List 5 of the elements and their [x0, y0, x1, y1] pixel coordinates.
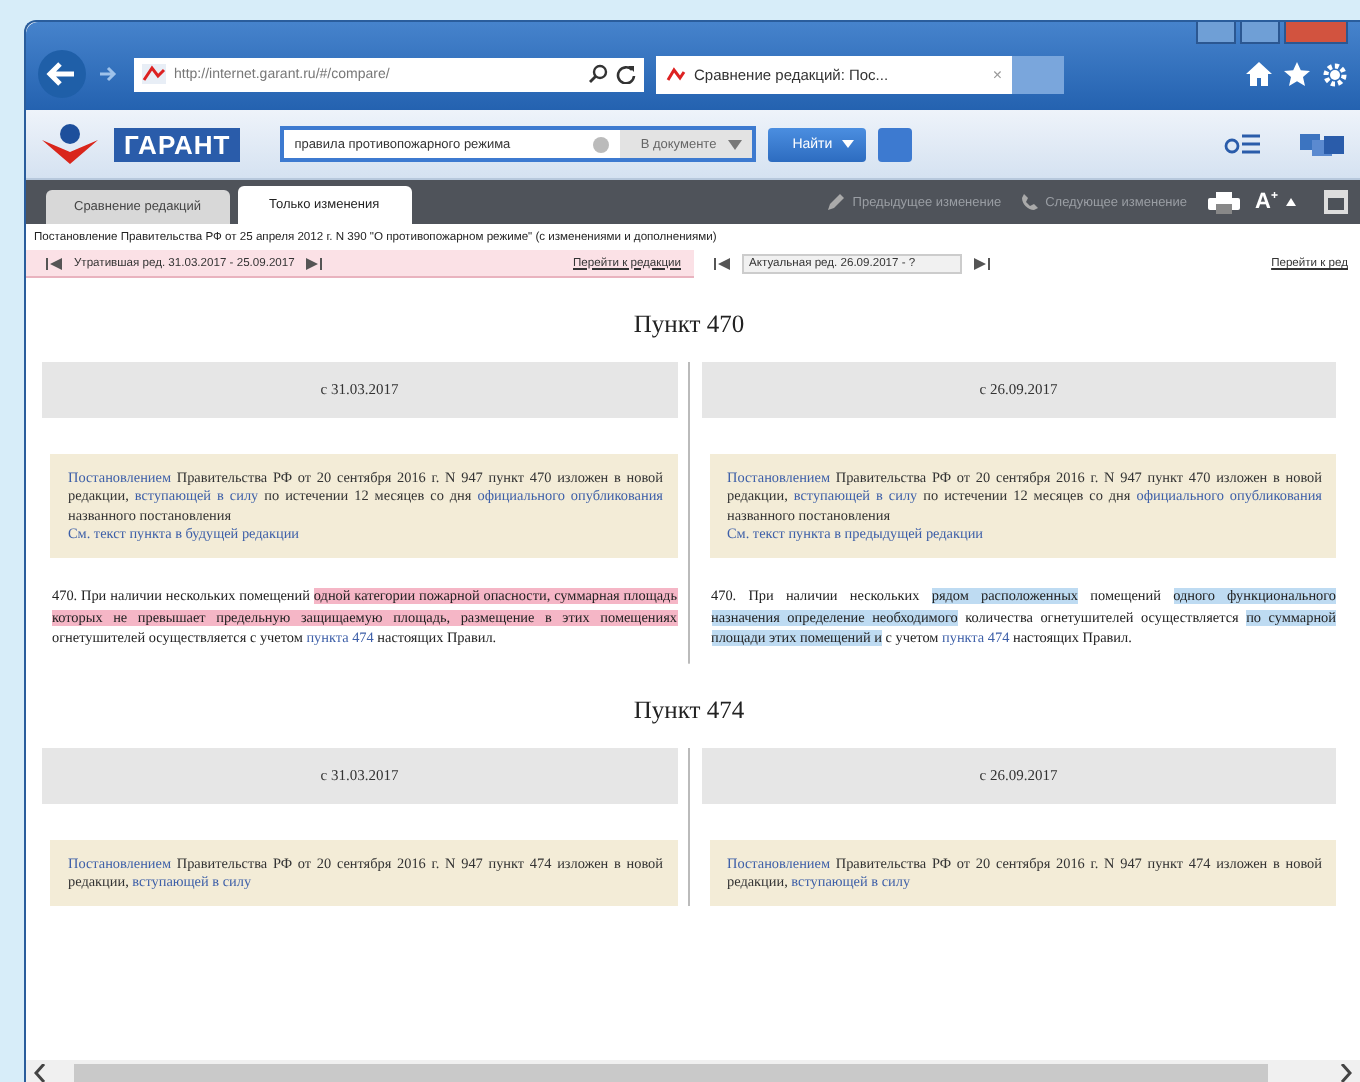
tab-close-button[interactable]: ×	[992, 65, 1002, 83]
section-title: Пункт 470	[631, 308, 747, 342]
font-size-button[interactable]: A$^{+}$	[1255, 190, 1278, 214]
section-title: Пункт 474	[631, 693, 747, 728]
logo-text: ГАРАНТ	[114, 127, 241, 161]
